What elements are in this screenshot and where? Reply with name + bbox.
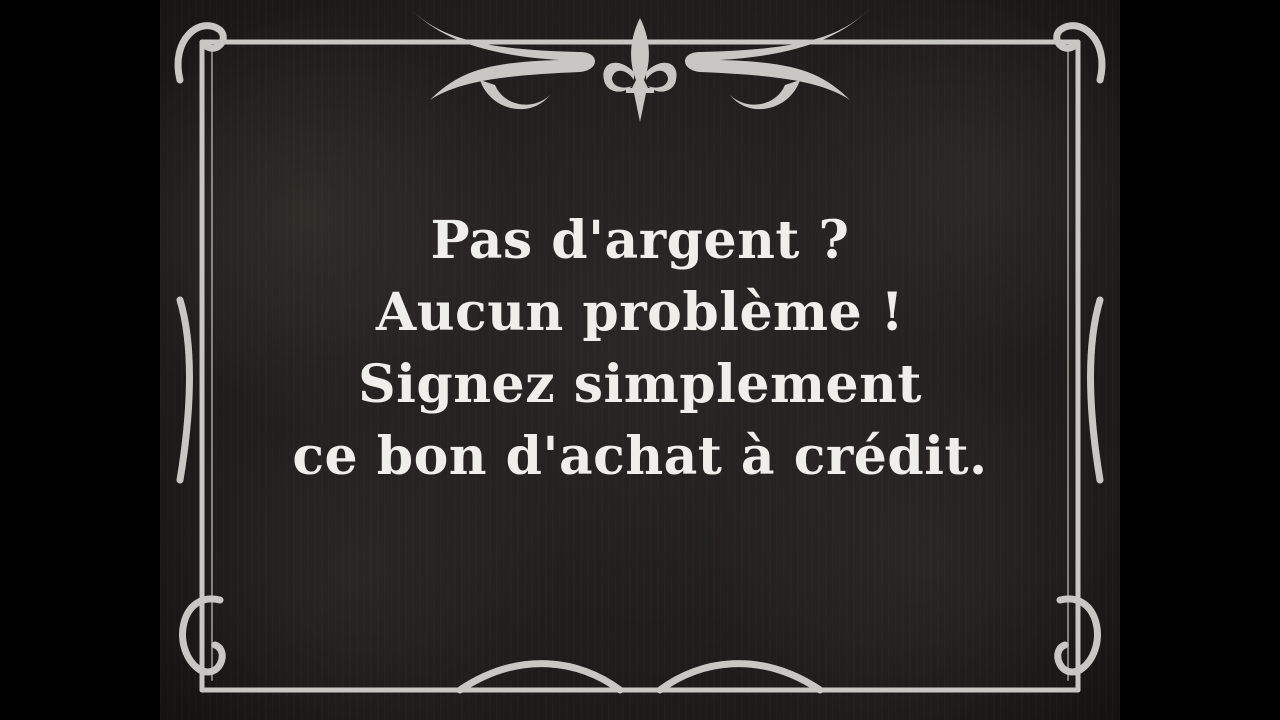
intertitle-line-3: Signez simplement — [358, 354, 922, 415]
video-frame: Pas d'argent ? Aucun problème ! Signez s… — [0, 0, 1280, 720]
intertitle-card: Pas d'argent ? Aucun problème ! Signez s… — [160, 0, 1120, 720]
intertitle-line-1: Pas d'argent ? — [430, 210, 850, 271]
intertitle-text: Pas d'argent ? Aucun problème ! Signez s… — [160, 205, 1120, 493]
intertitle-line-4: ce bon d'achat à crédit. — [292, 426, 988, 487]
fleur-de-lis-icon — [603, 18, 677, 122]
intertitle-line-2: Aucun problème ! — [375, 282, 905, 343]
